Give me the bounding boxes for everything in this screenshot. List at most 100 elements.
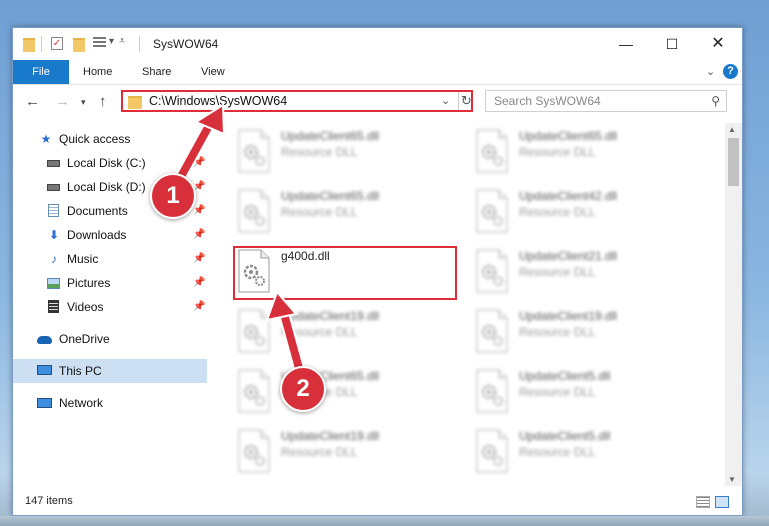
search-placeholder: Search SysWOW64 bbox=[494, 94, 601, 108]
file-item[interactable]: UpdateClient19.dll Resource DLL bbox=[471, 305, 691, 365]
file-type: Resource DLL bbox=[519, 265, 596, 279]
file-item[interactable]: UpdateClient65.dllResource DLL bbox=[233, 185, 453, 245]
new-folder-icon[interactable] bbox=[73, 38, 85, 52]
scroll-up-icon[interactable]: ▲ bbox=[728, 125, 736, 134]
file-type: Resource DLL bbox=[519, 445, 596, 459]
maximize-button[interactable]: ☐ bbox=[649, 28, 695, 60]
file-name: UpdateClient42.dll bbox=[519, 189, 618, 203]
sidebar-item-onedrive[interactable]: OneDrive bbox=[13, 327, 207, 351]
file-type: Resource DLL bbox=[519, 385, 596, 399]
ribbon-tabs: File Home Share View ⌄ ? bbox=[13, 60, 742, 85]
file-item[interactable]: UpdateClient65.dll Resource DLL bbox=[233, 125, 453, 185]
customize-view-icon[interactable] bbox=[93, 37, 106, 49]
file-item[interactable]: UpdateClient5.dll Resource DLL bbox=[471, 425, 691, 483]
dll-file-icon bbox=[238, 189, 270, 233]
highlight-box bbox=[233, 246, 457, 300]
sidebar-item-label: Network bbox=[59, 396, 104, 410]
address-path[interactable]: C:\Windows\SysWOW64 bbox=[149, 94, 287, 108]
sidebar-item-quick-access[interactable]: ★ Quick access bbox=[13, 127, 207, 151]
pin-icon[interactable]: 📌 bbox=[193, 157, 205, 168]
title-bar: ✓ ▾ ⩡ SysWOW64 — ☐ ✕ bbox=[13, 28, 742, 60]
pin-icon[interactable]: 📌 bbox=[193, 301, 205, 312]
search-input[interactable]: Search SysWOW64 ⚲ bbox=[485, 90, 727, 112]
close-button[interactable]: ✕ bbox=[695, 28, 741, 60]
pin-icon[interactable]: 📌 bbox=[193, 229, 205, 240]
recent-locations-icon[interactable]: ▾ bbox=[81, 97, 86, 108]
sidebar-item-label: OneDrive bbox=[59, 332, 110, 346]
sidebar-item-label: This PC bbox=[59, 364, 102, 378]
videos-icon bbox=[47, 300, 61, 314]
onedrive-icon bbox=[37, 332, 52, 346]
navigation-bar: ← → ▾ ↑ C:\Windows\SysWOW64 ⌄ ↻ Search S… bbox=[13, 85, 742, 119]
downloads-icon: ⬇ bbox=[48, 228, 60, 242]
sidebar-item-network[interactable]: Network bbox=[13, 391, 207, 415]
file-name: UpdateClient21.dll bbox=[519, 249, 618, 263]
tab-home[interactable]: Home bbox=[83, 60, 112, 84]
dll-file-icon bbox=[238, 129, 270, 173]
dll-file-icon bbox=[238, 369, 270, 413]
sidebar-item-local-disk-c[interactable]: Local Disk (C:) 📌 bbox=[13, 151, 207, 175]
file-item[interactable]: UpdateClient19.dll Resource DLL bbox=[233, 425, 453, 483]
sidebar-item-label: Quick access bbox=[59, 132, 131, 146]
chevron-down-icon[interactable]: ⌄ bbox=[441, 94, 450, 107]
file-type: Resource DLL bbox=[519, 205, 596, 219]
sidebar-item-this-pc[interactable]: This PC bbox=[13, 359, 207, 383]
pin-icon[interactable]: 📌 bbox=[193, 205, 205, 216]
file-name: UpdateClient65.dll bbox=[281, 189, 380, 203]
file-name: UpdateClient5.dll bbox=[519, 429, 611, 443]
vertical-scrollbar[interactable]: ▲ ▼ bbox=[725, 123, 742, 486]
star-icon: ★ bbox=[40, 132, 52, 146]
file-name: UpdateClient19.dll bbox=[281, 429, 380, 443]
file-type: Resource DLL bbox=[281, 145, 358, 159]
file-item[interactable]: UpdateClient21.dll Resource DLL bbox=[471, 245, 691, 305]
forward-arrow-icon[interactable]: → bbox=[55, 93, 70, 110]
address-bar[interactable]: C:\Windows\SysWOW64 ⌄ ↻ bbox=[121, 90, 473, 112]
tab-share[interactable]: Share bbox=[142, 60, 171, 84]
up-arrow-icon[interactable]: ↑ bbox=[99, 93, 107, 110]
file-item[interactable]: UpdateClient65.dll Resource DLL bbox=[471, 125, 691, 185]
search-icon[interactable]: ⚲ bbox=[711, 94, 720, 108]
sidebar-item-pictures[interactable]: Pictures 📌 bbox=[13, 271, 207, 295]
file-type: Resource DLL bbox=[281, 325, 358, 339]
folder-icon bbox=[128, 96, 142, 109]
details-view-icon[interactable] bbox=[696, 496, 710, 508]
documents-icon bbox=[47, 204, 61, 218]
file-name: UpdateClient65.dll bbox=[519, 129, 618, 143]
sidebar-item-label: Pictures bbox=[67, 276, 111, 290]
sidebar-item-downloads[interactable]: ⬇ Downloads 📌 bbox=[13, 223, 207, 247]
tiles-view-icon[interactable] bbox=[715, 496, 729, 508]
sidebar-item-label: Music bbox=[67, 252, 99, 266]
file-type: Resource DLL bbox=[281, 445, 358, 459]
minimize-button[interactable]: — bbox=[603, 28, 649, 60]
music-icon: ♪ bbox=[51, 252, 57, 266]
step-2-badge: 2 bbox=[280, 366, 326, 412]
file-type: Resource DLL bbox=[519, 145, 596, 159]
file-item[interactable]: UpdateClient19.dll Resource DLL bbox=[233, 305, 453, 365]
sidebar-item-label: Downloads bbox=[67, 228, 127, 242]
explorer-window: ✓ ▾ ⩡ SysWOW64 — ☐ ✕ File Home Share Vie… bbox=[12, 27, 743, 516]
file-name: UpdateClient5.dll bbox=[519, 369, 611, 383]
tab-view[interactable]: View bbox=[201, 60, 225, 84]
pin-icon[interactable]: 📌 bbox=[193, 253, 205, 264]
back-arrow-icon[interactable]: ← bbox=[25, 93, 40, 110]
help-icon[interactable]: ? bbox=[723, 64, 738, 79]
refresh-icon[interactable]: ↻ bbox=[458, 92, 474, 110]
file-item[interactable]: UpdateClient65.dllResource DLL bbox=[233, 365, 453, 425]
divider bbox=[139, 36, 140, 52]
customize-toolbar-icon[interactable]: ⩡ bbox=[119, 35, 125, 51]
sidebar-item-music[interactable]: ♪ Music 📌 bbox=[13, 247, 207, 271]
file-item[interactable]: UpdateClient5.dll Resource DLL bbox=[471, 365, 691, 425]
file-name: UpdateClient65.dll bbox=[281, 129, 380, 143]
dll-file-icon bbox=[238, 309, 270, 353]
status-bar: 147 items bbox=[13, 491, 742, 515]
sidebar-item-videos[interactable]: Videos 📌 bbox=[13, 295, 207, 319]
scrollbar-thumb[interactable] bbox=[728, 138, 739, 186]
quick-access-dropdown-icon[interactable]: ▾ bbox=[109, 36, 114, 52]
pin-icon[interactable]: 📌 bbox=[193, 277, 205, 288]
scroll-down-icon[interactable]: ▼ bbox=[728, 475, 736, 484]
expand-ribbon-icon[interactable]: ⌄ bbox=[706, 65, 715, 78]
tab-file[interactable]: File bbox=[13, 60, 69, 84]
file-name: UpdateClient19.dll bbox=[281, 309, 380, 323]
properties-icon[interactable]: ✓ bbox=[51, 37, 63, 50]
file-item[interactable]: UpdateClient42.dll Resource DLL bbox=[471, 185, 691, 245]
